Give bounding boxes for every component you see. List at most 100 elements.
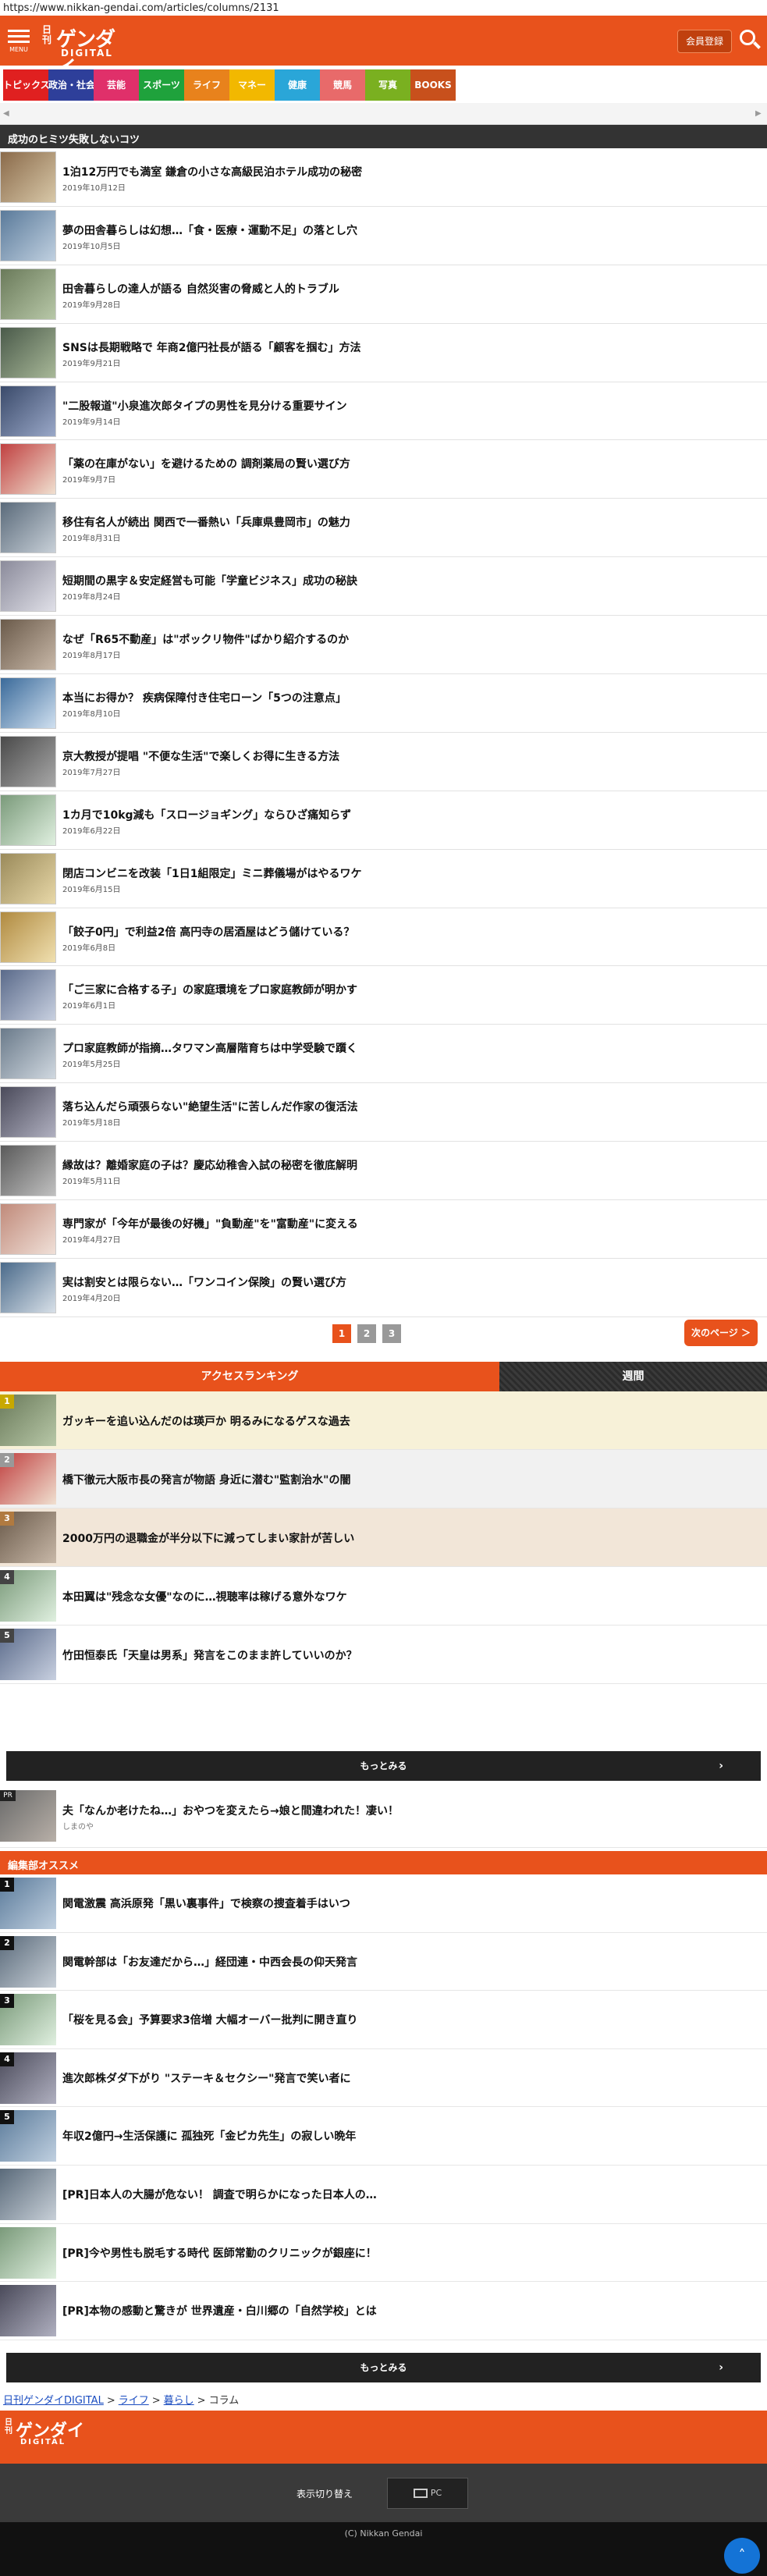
article-date: 2019年8月10日 — [62, 710, 121, 720]
category-tab[interactable]: 健康 — [275, 69, 320, 101]
category-tab[interactable]: ライフ — [184, 69, 229, 101]
page-2-button[interactable]: 2 — [357, 1324, 376, 1343]
page-1-button[interactable]: 1 — [332, 1324, 351, 1343]
article-thumbnail — [0, 794, 56, 846]
pick-title: [PR]今や男性も脱毛する時代 医師常勤のクリニックが銀座に！ — [62, 2247, 377, 2260]
article-date: 2019年9月7日 — [62, 476, 116, 485]
editor-pick-item[interactable]: 3 「桜を見る会」予算要求3倍増 大幅オーバー批判に開き直り — [0, 1991, 767, 2049]
scroll-left-icon[interactable]: ◀ — [3, 109, 9, 118]
display-switch-label: 表示切り替え — [297, 2489, 353, 2500]
list-item[interactable]: プロ家庭教師が指摘…タワマン高層階育ちは中学受験で躓く 2019年5月25日 — [0, 1025, 767, 1084]
article-title: プロ家庭教師が指摘…タワマン高層階育ちは中学受験で躓く — [62, 1043, 357, 1056]
category-tab[interactable]: BOOKS — [410, 69, 456, 101]
editor-pick-item[interactable]: [PR]今や男性も脱毛する時代 医師常勤のクリニックが銀座に！ — [0, 2224, 767, 2283]
search-button[interactable] — [738, 28, 762, 55]
article-title: 1泊12万円でも満室 鎌倉の小さな高級民泊ホテル成功の秘密 — [62, 166, 363, 179]
pick-title: 年収2億円→生活保護に 孤独死「金ピカ先生」の寂しい晩年 — [62, 2130, 357, 2144]
list-item[interactable]: 縁故は？離婚家庭の子は？慶応幼稚舎入試の秘密を徹底解明 2019年5月11日 — [0, 1142, 767, 1201]
list-item[interactable]: 「ご三家に合格する子」の家庭環境をプロ家庭教師が明かす 2019年6月1日 — [0, 966, 767, 1025]
scroll-right-icon[interactable]: ▶ — [755, 109, 762, 118]
logo-digital: DIGITAL — [61, 48, 113, 59]
scroll-top-button[interactable]: ˄ — [724, 2538, 760, 2574]
editor-pick-item[interactable]: 4 進次郎株ダダ下がり "ステーキ＆セクシー"発言で笑い者に — [0, 2049, 767, 2108]
ranking-more-button[interactable]: もっとみる › — [6, 1751, 761, 1781]
category-tab[interactable]: 芸能 — [94, 69, 139, 101]
ranking-title: ガッキーを追い込んだのは瑛戸か 明るみになるゲスな過去 — [62, 1416, 350, 1428]
list-item[interactable]: 1泊12万円でも満室 鎌倉の小さな高級民泊ホテル成功の秘密 2019年10月12日 — [0, 148, 767, 207]
tab-weekly[interactable]: 週間 — [499, 1362, 767, 1391]
list-item[interactable]: 本当にお得か？ 疾病保障付き住宅ローン「5つの注意点」 2019年8月10日 — [0, 674, 767, 733]
rank-badge: 4 — [0, 1570, 14, 1584]
ranking-item[interactable]: 2 橋下徹元大阪市長の発言が物語 身近に潜む"監割治水"の闇 — [0, 1450, 767, 1508]
list-item[interactable]: 1カ月で10kg減も「スロージョギング」ならひざ痛知らず 2019年6月22日 — [0, 791, 767, 850]
page-3-button[interactable]: 3 — [382, 1324, 401, 1343]
ranking-item[interactable]: 1 ガッキーを追い込んだのは瑛戸か 明るみになるゲスな過去 — [0, 1391, 767, 1450]
list-item[interactable]: 移住有名人が続出 関西で一番熱い「兵庫県豊岡市」の魅力 2019年8月31日 — [0, 499, 767, 558]
editor-pick-item[interactable]: 2 関電幹部は「お友達だから…」経団連・中西会長の仰天発言 — [0, 1933, 767, 1992]
pick-title: 関電激震 高浜原発「黒い裏事件」で検察の捜査着手はいつ — [62, 1898, 350, 1910]
article-date: 2019年5月11日 — [62, 1178, 121, 1187]
list-item[interactable]: なぜ「R65不動産」は"ポックリ物件"ばかり紹介するのか 2019年8月17日 — [0, 616, 767, 675]
list-item[interactable]: 夢の田舎暮らしは幻想…「食・医療・運動不足」の落とし穴 2019年10月5日 — [0, 207, 767, 265]
pick-rank-badge: 1 — [0, 1878, 14, 1892]
pick-rank-badge: 3 — [0, 1994, 14, 2009]
article-date: 2019年8月31日 — [62, 535, 121, 544]
article-title: 閉店コンビニを改装「1日1組限定」ミニ葬儀場がはやるワケ — [62, 867, 362, 880]
next-page-button[interactable]: 次のページ ＞ — [684, 1320, 758, 1346]
picks-more-button[interactable]: もっとみる › — [6, 2353, 761, 2382]
menu-button[interactable]: MENU — [6, 27, 31, 58]
article-date: 2019年9月14日 — [62, 417, 121, 427]
editor-pick-item[interactable]: [PR]日本人の大腸が危ない！ 調査で明らかになった日本人の… — [0, 2166, 767, 2224]
pick-rank-badge: 2 — [0, 1935, 14, 1950]
ranking-item[interactable]: 3 2000万円の退職金が半分以下に減ってしまい家計が苦しい — [0, 1508, 767, 1567]
list-item[interactable]: 「薬の在庫がない」を避けるための 調剤薬局の賢い選び方 2019年9月7日 — [0, 440, 767, 499]
pc-view-button[interactable]: PC — [387, 2478, 468, 2509]
list-item[interactable]: "二股報道"小泉進次郎タイプの男性を見分ける重要サイン 2019年9月14日 — [0, 382, 767, 441]
editor-pick-item[interactable]: 1 関電激震 高浜原発「黒い裏事件」で検察の捜査着手はいつ — [0, 1874, 767, 1933]
article-thumbnail — [0, 560, 56, 613]
list-item[interactable]: 実は割安とは限らない…「ワンコイン保険」の賢い選び方 2019年4月20日 — [0, 1259, 767, 1317]
article-date: 2019年8月17日 — [62, 652, 121, 661]
breadcrumb-sep: > — [151, 2395, 161, 2407]
address-bar[interactable]: https://www.nikkan-gendai.com/articles/c… — [0, 0, 767, 16]
list-item[interactable]: 短期間の黒字＆安定経営も可能「学童ビジネス」成功の秘訣 2019年8月24日 — [0, 557, 767, 616]
list-item[interactable]: SNSは長期戦略で 年商2億円社長が語る「顧客を掴む」方法 2019年9月21日 — [0, 324, 767, 382]
breadcrumb-life[interactable]: ライフ — [119, 2395, 149, 2407]
article-title: 本当にお得か？ 疾病保障付き住宅ローン「5つの注意点」 — [62, 692, 346, 705]
list-item[interactable]: 田舎暮らしの達人が語る 自然災害の脅威と人的トラブル 2019年9月28日 — [0, 265, 767, 324]
list-item[interactable]: 落ち込んだら頑張らない"絶望生活"に苦しんだ作家の復活法 2019年5月18日 — [0, 1083, 767, 1142]
article-title: 縁故は？離婚家庭の子は？慶応幼稚舎入試の秘密を徹底解明 — [62, 1160, 357, 1173]
pick-title: 「桜を見る会」予算要求3倍増 大幅オーバー批判に開き直り — [62, 2014, 358, 2027]
list-item[interactable]: 閉店コンビニを改装「1日1組限定」ミニ葬儀場がはやるワケ 2019年6月15日 — [0, 850, 767, 908]
pr-item[interactable]: PR 夫「なんか老けたね…」おやつを変えたら→娘と間違われた！凄い！ しまのや — [0, 1785, 767, 1848]
tab-access-ranking[interactable]: アクセスランキング — [0, 1362, 499, 1391]
list-item[interactable]: 京大教授が提唱 "不便な生活"で楽しくお得に生きる方法 2019年7月27日 — [0, 733, 767, 791]
article-date: 2019年6月8日 — [62, 943, 116, 953]
site-logo[interactable]: 日刊 ゲンダイ DIGITAL — [42, 23, 128, 81]
category-tab[interactable]: トピックス — [3, 69, 50, 101]
monitor-icon — [413, 2489, 428, 2498]
article-date: 2019年6月22日 — [62, 826, 121, 836]
category-tab[interactable]: 写真 — [365, 69, 410, 101]
chevron-right-icon: › — [719, 2361, 723, 2374]
pick-rank-badge: 5 — [0, 2110, 14, 2125]
category-tab[interactable]: スポーツ — [139, 69, 184, 101]
list-item[interactable]: 専門家が「今年が最後の好機」"負動産"を"富動産"に変える 2019年4月27日 — [0, 1200, 767, 1259]
pick-title: 進次郎株ダダ下がり "ステーキ＆セクシー"発言で笑い者に — [62, 2072, 351, 2085]
list-item[interactable]: 「餃子0円」で利益2倍 高円寺の居酒屋はどう儲けている？ 2019年6月8日 — [0, 908, 767, 967]
breadcrumb-home[interactable]: 日刊ゲンダイDIGITAL — [3, 2395, 104, 2407]
member-register-button[interactable]: 会員登録 — [677, 30, 732, 53]
category-tab[interactable]: 競馬 — [320, 69, 365, 101]
footer-logo[interactable]: 日刊 ゲンダイ DIGITAL — [0, 2411, 767, 2464]
ranking-title: 竹田恒泰氏「天皇は男系」発言をこのまま許していいのか？ — [62, 1650, 357, 1662]
category-tab[interactable]: 政治・社会 — [48, 69, 95, 101]
category-tab[interactable]: マネー — [229, 69, 275, 101]
editor-pick-item[interactable]: 5 年収2億円→生活保護に 孤独死「金ピカ先生」の寂しい晩年 — [0, 2107, 767, 2166]
ranking-item[interactable]: 4 本田翼は"残念な女優"なのに…視聴率は稼げる意外なワケ — [0, 1567, 767, 1626]
ranking-item[interactable]: 5 竹田恒泰氏「天皇は男系」発言をこのまま許していいのか？ — [0, 1626, 767, 1684]
pick-title: 関電幹部は「お友達だから…」経団連・中西会長の仰天発言 — [62, 1956, 357, 1969]
breadcrumb-kurashi[interactable]: 暮らし — [164, 2395, 194, 2407]
article-thumbnail — [0, 385, 56, 437]
editor-pick-item[interactable]: [PR]本物の感動と驚きが 世界遺産・白川郷の「自然学校」とは — [0, 2282, 767, 2340]
category-scrollbar[interactable]: ◀ ▶ — [0, 103, 767, 125]
